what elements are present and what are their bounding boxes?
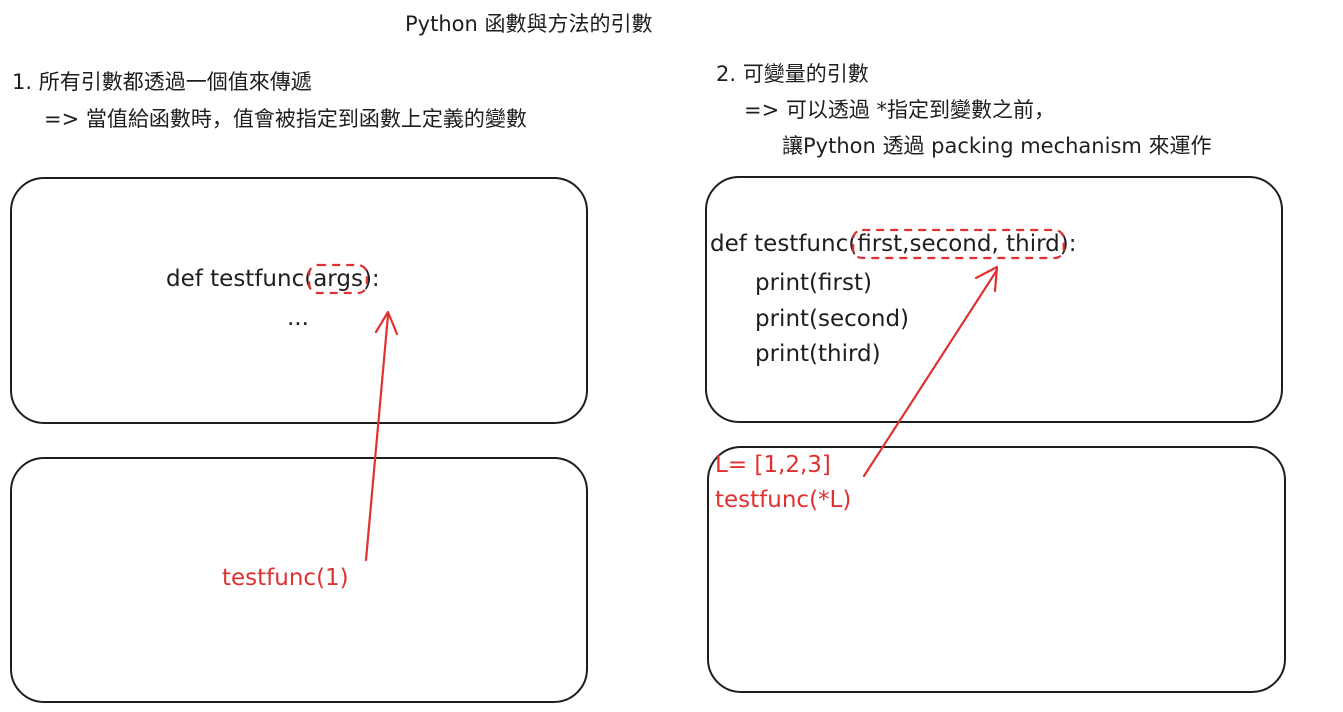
- def-prefix: def testfunc(: [710, 231, 858, 257]
- section2-call-expression: testfunc(*L): [715, 487, 852, 513]
- print-third-line: print(third): [755, 341, 881, 367]
- section2-definition-box: [705, 176, 1283, 423]
- section1-function-signature: def testfunc(args):: [166, 266, 380, 292]
- list-assignment: L= [1,2,3]: [715, 452, 831, 478]
- section1-heading: 1. 所有引數都透過一個值來傳遞: [12, 70, 312, 94]
- section2-function-signature: def testfunc(first,second, third):: [710, 231, 1076, 257]
- page-title: Python 函數與方法的引數: [405, 12, 653, 36]
- print-first-line: print(first): [755, 270, 872, 296]
- section1-call-expression: testfunc(1): [222, 565, 349, 591]
- def-prefix: def testfunc(: [166, 266, 314, 292]
- section2-call-box: [707, 446, 1286, 693]
- def-suffix: ):: [1059, 231, 1077, 257]
- print-second-line: print(second): [755, 306, 910, 332]
- section1-function-body: ...: [287, 305, 309, 331]
- section2-heading: 2. 可變量的引數: [716, 62, 869, 86]
- section2-subtext-line1: => 可以透過 *指定到變數之前，: [744, 98, 1056, 122]
- section1-subtext: => 當值給函數時，值會被指定到函數上定義的變數: [44, 107, 527, 131]
- section1-definition-box: [10, 177, 588, 424]
- param-args: args: [313, 266, 363, 292]
- def-suffix: ):: [362, 266, 380, 292]
- section2-subtext-line2: 讓Python 透過 packing mechanism 來運作: [782, 134, 1212, 158]
- param-list: first,second, third: [857, 231, 1060, 257]
